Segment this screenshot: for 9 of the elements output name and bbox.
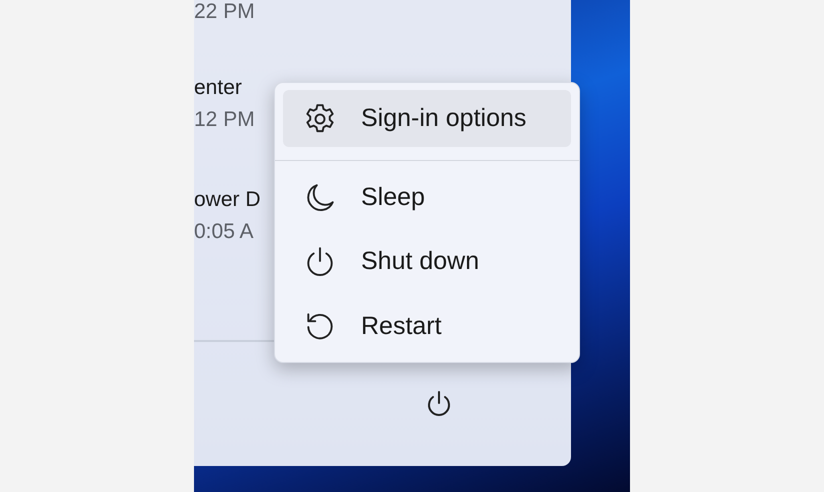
recent-item-name: ower D (194, 187, 261, 213)
menu-item[interactable]: Sign-in options (283, 90, 571, 147)
menu-item[interactable]: Restart (283, 297, 571, 355)
recent-item-time: 22 PM (194, 0, 255, 25)
recent-item-time: 0:05 A (194, 219, 254, 245)
menu-item[interactable]: Shut down (283, 233, 571, 290)
menu-item[interactable]: Sleep (283, 169, 571, 226)
recent-item-name: enter (194, 75, 242, 101)
recent-item-time: 12 PM (194, 107, 255, 133)
